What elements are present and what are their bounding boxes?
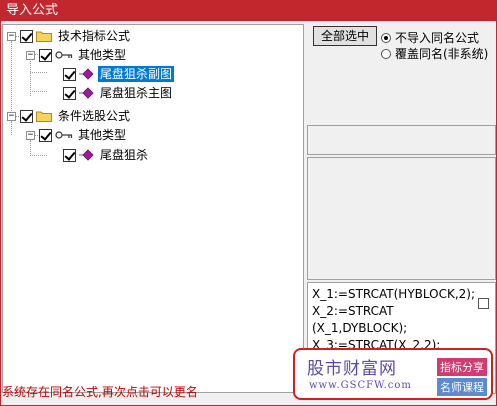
tree-node-formula-tail-kill[interactable]: 尾盘狙杀 bbox=[63, 146, 150, 164]
tree-node-label: 尾盘狙杀主图 bbox=[100, 86, 173, 100]
tree-node-label: 其他类型 bbox=[78, 48, 127, 62]
key-icon bbox=[55, 131, 73, 139]
tree-node-label: 条件选股公式 bbox=[58, 109, 131, 123]
radio-label: 不导入同名公式 bbox=[395, 31, 480, 45]
description-box bbox=[307, 157, 496, 280]
preview-checkbox[interactable] bbox=[478, 298, 489, 309]
radio-dot[interactable] bbox=[381, 32, 391, 43]
code-line: (X_1,DYBLOCK); bbox=[312, 321, 408, 335]
window-title: 导入公式 bbox=[0, 0, 497, 21]
tree-node-other-types-2[interactable]: − 其他类型 bbox=[26, 126, 128, 144]
tree-node-label: 技术指标公式 bbox=[58, 29, 131, 43]
select-all-button[interactable]: 全部选中 bbox=[313, 26, 377, 46]
watermark-logo: 股市财富网 www.GSCFW.com 指标分享 名师课程 bbox=[293, 348, 493, 400]
collapse-toggle[interactable]: − bbox=[7, 31, 16, 41]
code-line: X_2:=STRCAT bbox=[312, 304, 394, 318]
formula-tree[interactable]: − 技术指标公式 − 其他类型 尾盘狙杀副图 尾盘狙杀主图 − 条件选股公式 −… bbox=[2, 24, 304, 393]
radio-label: 覆盖同名(非系统) bbox=[395, 47, 489, 61]
options-panel: 全部选中 不导入同名公式 覆盖同名(非系统) X_1:=STRCAT(HYBLO… bbox=[307, 24, 496, 394]
tree-node-label: 尾盘狙杀副图 bbox=[98, 66, 175, 82]
radio-dot[interactable] bbox=[381, 48, 391, 59]
tree-node-formula-sub-chart[interactable]: 尾盘狙杀副图 bbox=[63, 65, 175, 83]
radio-overwrite[interactable]: 覆盖同名(非系统) bbox=[381, 45, 488, 62]
formula-icon bbox=[79, 87, 94, 99]
tree-node-label: 尾盘狙杀 bbox=[100, 148, 149, 162]
checkbox[interactable] bbox=[63, 148, 76, 162]
checkbox[interactable] bbox=[39, 48, 52, 62]
info-box bbox=[307, 125, 496, 155]
tree-node-other-types[interactable]: − 其他类型 bbox=[26, 46, 128, 64]
checkbox[interactable] bbox=[39, 128, 52, 142]
code-line: X_1:=STRCAT(HYBLOCK,2); bbox=[312, 287, 476, 301]
watermark-tag-indicators: 指标分享 bbox=[437, 358, 487, 376]
tree-node-label: 其他类型 bbox=[78, 128, 127, 142]
collapse-toggle[interactable]: − bbox=[26, 130, 35, 140]
tree-node-stock-selection[interactable]: − 条件选股公式 bbox=[7, 107, 132, 125]
radio-no-import[interactable]: 不导入同名公式 bbox=[381, 29, 479, 46]
folder-icon bbox=[36, 111, 52, 122]
collapse-toggle[interactable]: − bbox=[26, 50, 35, 60]
checkbox[interactable] bbox=[63, 67, 76, 81]
tree-node-formula-main-chart[interactable]: 尾盘狙杀主图 bbox=[63, 84, 174, 102]
watermark-url: www.GSCFW.com bbox=[309, 380, 412, 391]
collapse-toggle[interactable]: − bbox=[7, 111, 16, 121]
formula-icon bbox=[79, 149, 94, 161]
checkbox[interactable] bbox=[20, 29, 33, 43]
tree-node-tech-indicators[interactable]: − 技术指标公式 bbox=[7, 27, 132, 45]
checkbox[interactable] bbox=[20, 109, 33, 123]
checkbox[interactable] bbox=[63, 86, 76, 100]
key-icon bbox=[55, 51, 73, 59]
watermark-title: 股市财富网 bbox=[307, 359, 397, 379]
status-message: 系统存在同名公式,再次点击可以更名 bbox=[2, 385, 198, 399]
watermark-tag-courses: 名师课程 bbox=[437, 378, 487, 396]
formula-icon bbox=[79, 68, 94, 80]
folder-icon bbox=[36, 31, 52, 42]
